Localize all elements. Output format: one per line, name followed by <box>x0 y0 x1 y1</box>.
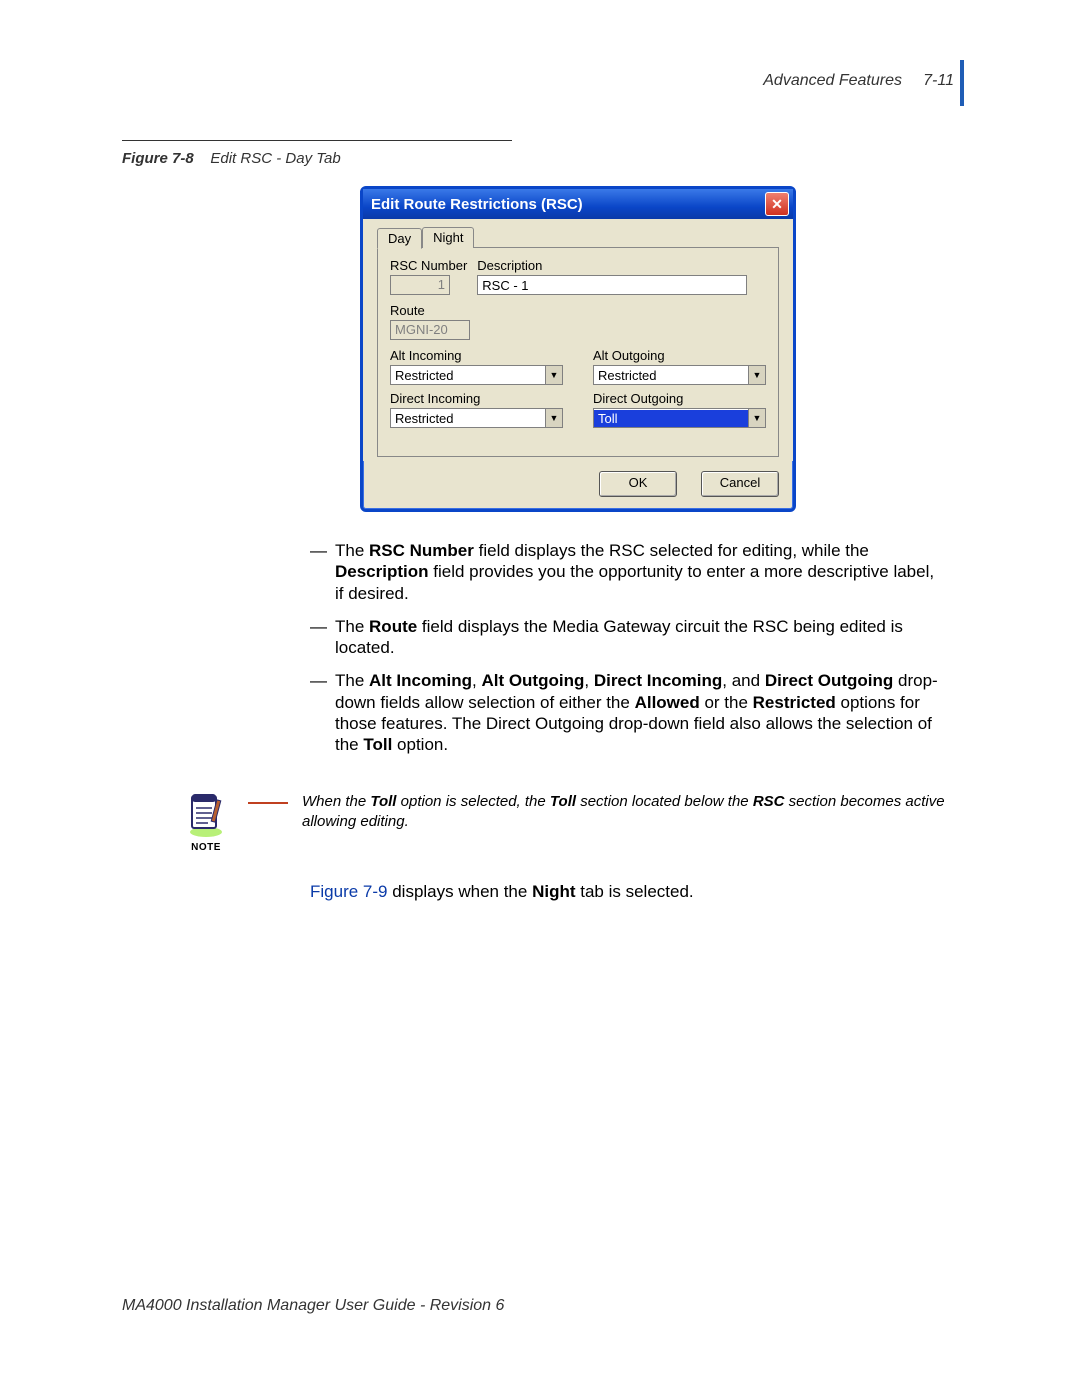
text: option. <box>392 735 448 754</box>
chevron-down-icon: ▼ <box>545 366 562 384</box>
text: The <box>335 541 369 560</box>
alt-incoming-value: Restricted <box>391 367 545 384</box>
label-alt-outgoing: Alt Outgoing <box>593 348 766 363</box>
text-bold: Night <box>532 882 575 901</box>
tab-night[interactable]: Night <box>422 227 474 248</box>
text: The <box>335 671 369 690</box>
tab-day[interactable]: Day <box>377 228 422 249</box>
text-bold: Restricted <box>753 693 836 712</box>
figure-title: Edit RSC - Day Tab <box>210 150 340 167</box>
chevron-down-icon: ▼ <box>748 409 765 427</box>
text-bold: Direct Incoming <box>594 671 722 690</box>
header-section: Advanced Features <box>763 72 902 90</box>
page-footer: MA4000 Installation Manager User Guide -… <box>122 1297 504 1315</box>
text: , <box>584 671 593 690</box>
text-bold: Allowed <box>635 693 700 712</box>
route-field: MGNI-20 <box>390 320 470 340</box>
text: section located below the <box>576 793 753 810</box>
figure-caption: Figure 7-8 Edit RSC - Day Tab <box>122 150 341 167</box>
alt-incoming-select[interactable]: Restricted ▼ <box>390 365 563 385</box>
text: tab is selected. <box>576 882 694 901</box>
chevron-down-icon: ▼ <box>545 409 562 427</box>
ok-button[interactable]: OK <box>599 471 677 497</box>
figure-rule <box>122 140 512 141</box>
label-rsc-number: RSC Number <box>390 258 467 273</box>
note-text: When the Toll option is selected, the To… <box>302 790 948 831</box>
figure-label: Figure 7-8 <box>122 150 194 167</box>
text-bold: RSC Number <box>369 541 474 560</box>
text-bold: Direct Outgoing <box>765 671 893 690</box>
direct-outgoing-value: Toll <box>594 410 748 427</box>
label-route: Route <box>390 303 766 318</box>
close-button[interactable]: ✕ <box>765 192 789 216</box>
direct-incoming-value: Restricted <box>391 410 545 427</box>
bullet-dash: — <box>310 616 327 659</box>
label-direct-outgoing: Direct Outgoing <box>593 391 766 406</box>
text: field displays the Media Gateway circuit… <box>335 617 903 657</box>
text: , and <box>722 671 765 690</box>
close-icon: ✕ <box>771 197 783 211</box>
body-text: — The RSC Number field displays the RSC … <box>310 540 940 767</box>
note-block: NOTE When the Toll option is selected, t… <box>178 790 948 853</box>
text-bold: Route <box>369 617 417 636</box>
tab-panel-day: RSC Number 1 Description Route MGNI-20 A… <box>377 247 779 457</box>
chevron-down-icon: ▼ <box>748 366 765 384</box>
figure-link[interactable]: Figure 7-9 <box>310 882 387 901</box>
text: displays when the <box>387 882 532 901</box>
text: or the <box>700 693 753 712</box>
label-alt-incoming: Alt Incoming <box>390 348 563 363</box>
text: option is selected, the <box>396 793 549 810</box>
label-description: Description <box>477 258 747 273</box>
label-direct-incoming: Direct Incoming <box>390 391 563 406</box>
text: When the <box>302 793 370 810</box>
header-rule <box>960 60 964 106</box>
rsc-number-field: 1 <box>390 275 450 295</box>
header-page-number: 7-11 <box>923 72 954 90</box>
alt-outgoing-select[interactable]: Restricted ▼ <box>593 365 766 385</box>
cancel-button[interactable]: Cancel <box>701 471 779 497</box>
note-icon <box>184 790 228 838</box>
description-field[interactable] <box>477 275 747 295</box>
bullet-dash: — <box>310 670 327 755</box>
note-connector <box>248 802 288 804</box>
text-bold: RSC <box>753 793 785 810</box>
text: The <box>335 617 369 636</box>
text-bold: Alt Incoming <box>369 671 472 690</box>
text-bold: Toll <box>363 735 392 754</box>
dialog-titlebar: Edit Route Restrictions (RSC) ✕ <box>363 189 793 219</box>
text-bold: Toll <box>550 793 576 810</box>
text-bold: Toll <box>370 793 396 810</box>
direct-incoming-select[interactable]: Restricted ▼ <box>390 408 563 428</box>
text-bold: Description <box>335 562 429 581</box>
note-label: NOTE <box>191 842 221 853</box>
after-note-text: Figure 7-9 displays when the Night tab i… <box>310 882 950 902</box>
edit-rsc-dialog: Edit Route Restrictions (RSC) ✕ Day Nigh… <box>360 186 796 512</box>
alt-outgoing-value: Restricted <box>594 367 748 384</box>
text-bold: Alt Outgoing <box>481 671 584 690</box>
bullet-dash: — <box>310 540 327 604</box>
dialog-title: Edit Route Restrictions (RSC) <box>371 196 583 213</box>
text: field displays the RSC selected for edit… <box>474 541 869 560</box>
direct-outgoing-select[interactable]: Toll ▼ <box>593 408 766 428</box>
